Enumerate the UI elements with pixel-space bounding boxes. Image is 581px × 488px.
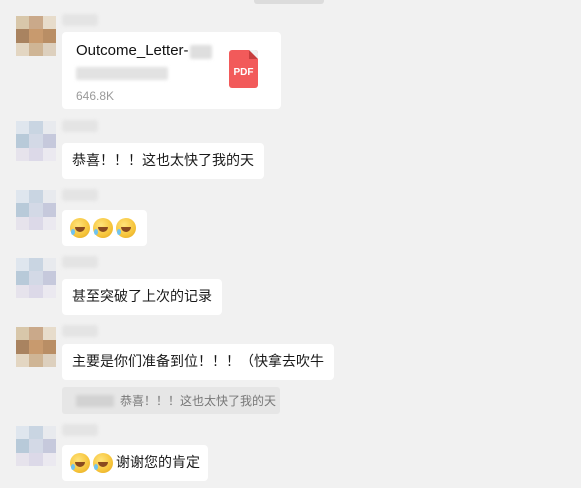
file-name-blurred-part (190, 45, 212, 59)
sender-name-blurred (62, 256, 98, 268)
message-bubble[interactable]: 恭喜！！！这也太快了我的天 (62, 143, 264, 179)
avatar[interactable] (16, 121, 56, 161)
message-text: 恭喜！！！这也太快了我的天 (72, 153, 254, 169)
message-text: 谢谢您的肯定 (116, 455, 200, 471)
quoted-text: 恭喜！！！这也太快了我的天 (120, 394, 277, 408)
avatar[interactable] (16, 190, 56, 230)
sender-name-blurred (62, 14, 98, 26)
file-name-blurred-line (76, 67, 168, 80)
avatar[interactable] (16, 426, 56, 466)
laugh-cry-emoji (93, 218, 113, 238)
laugh-cry-emoji (70, 453, 90, 473)
avatar[interactable] (16, 327, 56, 367)
quoted-sender-blurred (76, 394, 114, 407)
message-bubble[interactable]: 主要是你们准备到位！！！（快拿去吹牛 (62, 344, 334, 380)
file-message-card[interactable]: Outcome_Letter- 646.8K PDF (62, 32, 281, 109)
sender-name-blurred (62, 424, 98, 436)
message-text: 甚至突破了上次的记录 (72, 289, 212, 305)
top-scroll-indicator (254, 0, 324, 4)
sender-name-blurred (62, 120, 98, 132)
laugh-cry-emoji (93, 453, 113, 473)
pdf-icon-label: PDF (233, 67, 254, 78)
message-bubble[interactable]: 甚至突破了上次的记录 (62, 279, 222, 315)
file-name: Outcome_Letter- (76, 42, 189, 59)
quoted-message[interactable]: 恭喜！！！这也太快了我的天 (62, 387, 280, 414)
message-bubble[interactable] (62, 210, 147, 246)
pdf-icon: PDF (229, 50, 258, 88)
laugh-cry-emoji (70, 218, 90, 238)
laugh-cry-emoji (116, 218, 136, 238)
message-bubble[interactable]: 谢谢您的肯定 (62, 445, 208, 481)
file-size: 646.8K (76, 89, 115, 103)
sender-name-blurred (62, 189, 98, 201)
message-text: 主要是你们准备到位！！！（快拿去吹牛 (72, 354, 324, 370)
sender-name-blurred (62, 325, 98, 337)
avatar[interactable] (16, 16, 56, 56)
avatar[interactable] (16, 258, 56, 298)
